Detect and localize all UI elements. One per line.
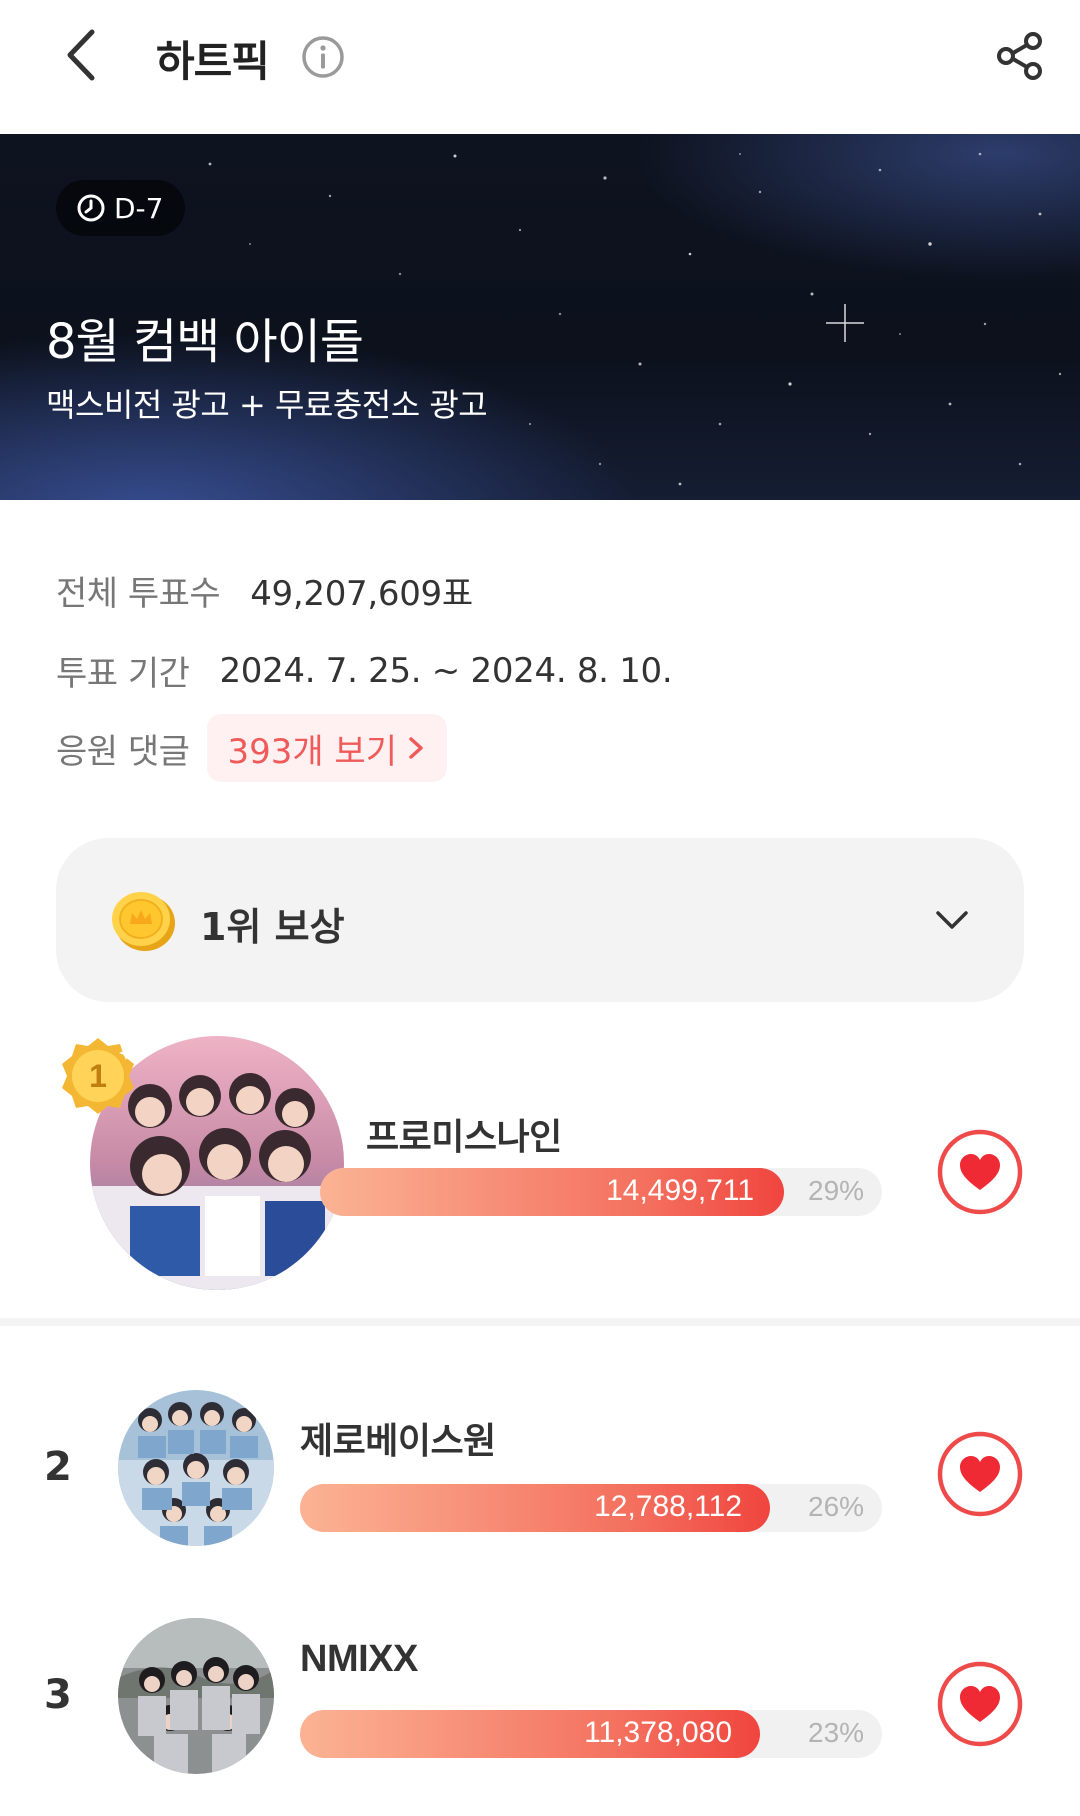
share-icon	[997, 32, 1042, 80]
comments-label: 응원 댓글	[56, 731, 190, 772]
vote-heart-button[interactable]	[936, 1430, 1024, 1518]
vote-period-value: 2024. 7. 25. ~ 2024. 8. 10.	[219, 650, 673, 691]
first-place-reward-toggle[interactable]: 1위 보상	[56, 838, 1024, 1002]
heart-icon	[937, 1431, 1023, 1517]
rank-1-medal-icon: 1	[62, 1038, 134, 1114]
vote-count: 14,499,711	[606, 1174, 754, 1207]
rank-number: 2	[44, 1444, 72, 1490]
dday-text: D-7	[114, 191, 164, 225]
clock-icon	[77, 194, 105, 222]
chevron-right-icon	[409, 737, 423, 759]
vote-period-label: 투표 기간	[56, 654, 190, 694]
app-bar: 하트픽	[0, 0, 1080, 134]
total-votes-label: 전체 투표수	[56, 574, 221, 614]
coin-icon	[112, 892, 175, 951]
vote-count: 11,378,080	[584, 1716, 732, 1749]
dday-badge: D-7	[56, 180, 186, 236]
vote-bar: 11,378,080 23%	[300, 1710, 882, 1758]
total-votes-value: 49,207,609표	[250, 574, 473, 614]
vote-percent: 23%	[808, 1717, 865, 1748]
vote-subtitle: 맥스비전 광고 + 무료충전소 광고	[46, 386, 488, 424]
reward-title: 1위 보상	[200, 905, 345, 949]
vote-percent: 29%	[808, 1175, 865, 1206]
info-button[interactable]	[300, 34, 346, 80]
vote-heart-button[interactable]	[936, 1660, 1024, 1748]
share-button[interactable]	[992, 28, 1048, 84]
group-name: 제로베이스원	[300, 1421, 496, 1462]
vote-count: 12,788,112	[594, 1490, 742, 1523]
vote-heart-button[interactable]	[936, 1128, 1024, 1216]
svg-text:1: 1	[89, 1058, 107, 1094]
page-title: 하트픽	[156, 37, 270, 86]
heart-icon	[937, 1661, 1023, 1747]
rank-number: 3	[44, 1672, 72, 1718]
group-name: 프로미스나인	[366, 1117, 562, 1158]
heartpick-vote-page: 하트픽 D-7 8월 컴백 아이돌 맥스비전 광고 + 무료충전소 광고 전체 …	[0, 0, 1080, 1816]
view-comments-button[interactable]: 393개 보기	[207, 714, 447, 782]
group-photo	[118, 1390, 274, 1546]
group-avatar[interactable]	[118, 1390, 274, 1546]
back-button[interactable]	[48, 20, 118, 90]
info-icon	[302, 36, 344, 78]
vote-bar: 12,788,112 26%	[300, 1484, 882, 1532]
group-name: NMIXX	[300, 1638, 418, 1680]
section-divider	[0, 1318, 1080, 1326]
vote-title: 8월 컴백 아이돌	[46, 314, 364, 370]
vote-period-row: 투표 기간 2024. 7. 25. ~ 2024. 8. 10.	[56, 646, 673, 695]
view-comments-label: 393개 보기	[227, 731, 397, 772]
heart-icon	[937, 1129, 1023, 1215]
vote-banner: D-7 8월 컴백 아이돌 맥스비전 광고 + 무료충전소 광고	[0, 134, 1080, 500]
group-photo	[118, 1618, 274, 1774]
total-votes-row: 전체 투표수 49,207,609표	[56, 566, 473, 615]
chevron-left-icon	[67, 29, 95, 81]
group-avatar[interactable]	[118, 1618, 274, 1774]
vote-percent: 26%	[808, 1491, 865, 1522]
vote-bar: 14,499,711 29%	[320, 1168, 882, 1216]
chevron-down-icon	[936, 911, 968, 929]
comments-row: 응원 댓글 393개 보기	[56, 714, 447, 782]
